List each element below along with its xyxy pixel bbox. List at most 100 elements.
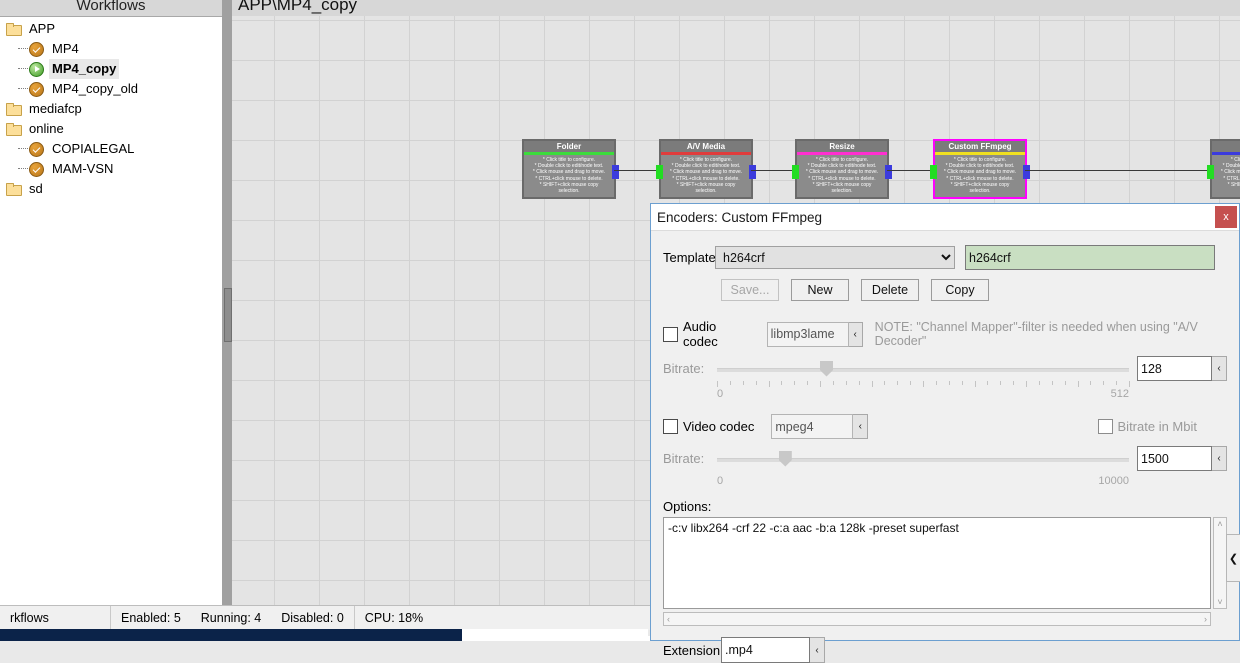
node-input-port[interactable]	[792, 165, 799, 179]
node-help-line: selection.	[831, 188, 853, 195]
tree-item-online[interactable]: online	[0, 119, 222, 139]
slider-tick	[987, 381, 989, 385]
node-input-port[interactable]	[656, 165, 663, 179]
workflow-tree[interactable]: APP MP4 MP4_copy MP4_copy_old mediafcp online…	[0, 17, 222, 605]
sidebar-splitter-thumb[interactable]	[224, 288, 232, 342]
slider-tick	[871, 381, 873, 387]
options-vertical-scrollbar[interactable]: ˄ ˅	[1213, 517, 1227, 609]
tree-item-mp4-copy[interactable]: MP4_copy	[0, 59, 222, 79]
close-icon[interactable]: x	[1215, 206, 1237, 228]
node-input-port[interactable]	[930, 165, 937, 179]
node-input-port[interactable]	[1207, 165, 1214, 179]
slider-tick	[1129, 381, 1130, 387]
delete-button[interactable]: Delete	[861, 279, 919, 301]
sidebar-header: Workflows	[0, 0, 222, 17]
save-button[interactable]: Save...	[721, 279, 779, 301]
tree-item-mediafcp[interactable]: mediafcp	[0, 99, 222, 119]
tree-item-label: COPIALEGAL	[52, 141, 135, 156]
audio-slider-ticks	[717, 381, 1130, 388]
check-circle-icon	[29, 81, 44, 97]
workflow-node[interactable]: A/V Media * Click title to configure. * Do…	[656, 139, 756, 200]
video-bitrate-input[interactable]	[1137, 446, 1212, 471]
audio-note: NOTE: "Channel Mapper"-filter is needed …	[874, 320, 1198, 348]
folder-icon	[6, 103, 22, 116]
copy-button[interactable]: Copy	[931, 279, 989, 301]
tree-item-label: MP4	[52, 41, 79, 56]
slider-tick	[910, 381, 912, 385]
tree-item-app[interactable]: APP	[0, 19, 222, 39]
node-output-port[interactable]	[612, 165, 619, 179]
video-codec-input[interactable]	[771, 414, 854, 439]
node-title[interactable]: Resize	[797, 141, 887, 152]
video-slider-thumb[interactable]	[778, 450, 792, 467]
play-icon	[29, 61, 44, 77]
scroll-up-icon[interactable]: ˄	[1214, 518, 1226, 530]
slider-tick	[820, 381, 821, 387]
tree-connector	[18, 48, 28, 50]
slider-tick	[742, 381, 744, 385]
node-output-port[interactable]	[1023, 165, 1030, 179]
slider-tick	[755, 381, 757, 385]
video-bitrate-slider[interactable]	[717, 450, 1129, 467]
canvas-title: APP\MP4_copy	[238, 0, 358, 14]
video-bitrate-spinner[interactable]: ‹	[1212, 446, 1227, 471]
slider-tick	[974, 381, 976, 387]
slider-tick	[717, 381, 718, 387]
audio-bitrate-spinner[interactable]: ‹	[1212, 356, 1227, 381]
template-select[interactable]: h264crf	[715, 246, 955, 269]
node-title[interactable]: Folder	[524, 141, 614, 152]
node-help-line: * CTRL+click mouse to delete.	[808, 175, 876, 182]
folder-icon	[6, 23, 22, 36]
options-textarea[interactable]: -c:v libx264 -crf 22 -c:a aac -b:a 128k …	[663, 517, 1211, 609]
slider-tick	[858, 381, 860, 385]
collapse-panel-button[interactable]: ❮	[1226, 534, 1240, 582]
check-circle-icon	[29, 161, 44, 177]
workflow-node[interactable]: * Click title to configure.* Double clic…	[1207, 139, 1240, 200]
check-circle-icon	[29, 141, 44, 157]
audio-codec-checkbox[interactable]	[663, 326, 678, 342]
template-name-input[interactable]	[965, 245, 1215, 270]
node-help-line: selection.	[1213, 188, 1240, 194]
audio-codec-input[interactable]	[766, 321, 849, 347]
video-scale-min: 0	[717, 475, 724, 487]
audio-bitrate-slider[interactable]	[717, 360, 1129, 377]
node-help-line: * Click mouse and drag to move.	[532, 169, 606, 176]
new-button[interactable]: New	[791, 279, 849, 301]
audio-codec-spinner[interactable]: ‹	[848, 321, 863, 347]
bitrate-mbit-label: Bitrate in Mbit	[1117, 419, 1197, 434]
slider-tick	[845, 381, 847, 385]
video-codec-checkbox[interactable]	[663, 419, 678, 434]
status-disabled: Disabled: 0	[281, 611, 344, 625]
node-help-line: * CTRL+click mouse to delete.	[946, 175, 1014, 182]
video-codec-spinner[interactable]: ‹	[853, 414, 869, 439]
tree-item-mp4[interactable]: MP4	[0, 39, 222, 59]
bitrate-mbit-checkbox[interactable]	[1097, 419, 1113, 434]
audio-bitrate-input[interactable]	[1137, 356, 1212, 381]
slider-tick	[729, 381, 731, 385]
node-title[interactable]	[1212, 141, 1240, 152]
check-circle-icon	[29, 41, 44, 57]
node-help-text: * Click title to configure.* Double clic…	[935, 155, 1025, 198]
workflow-node[interactable]: Custom FFmpeg * Click title to configure.…	[930, 139, 1030, 200]
workflow-node[interactable]: Resize * Click title to configure. * Doubl…	[792, 139, 892, 200]
tree-item-mp4-copy-old[interactable]: MP4_copy_old	[0, 79, 222, 99]
status-enabled: Enabled: 5	[121, 611, 181, 625]
scroll-right-icon[interactable]: ›	[1204, 614, 1207, 624]
scroll-down-icon[interactable]: ˅	[1214, 596, 1226, 608]
scroll-left-icon[interactable]: ‹	[667, 614, 670, 624]
node-title[interactable]: Custom FFmpeg	[935, 141, 1025, 152]
options-horizontal-scrollbar[interactable]: ‹ ›	[663, 612, 1211, 626]
slider-tick	[794, 381, 796, 385]
workflow-node[interactable]: Folder * Click title to configure. * Doubl…	[522, 139, 619, 200]
audio-slider-thumb[interactable]	[820, 360, 833, 377]
tree-item-mam-vsn[interactable]: MAM-VSN	[0, 159, 222, 179]
node-title[interactable]: A/V Media	[661, 141, 751, 152]
node-connector	[614, 170, 656, 171]
status-cpu: CPU: 18%	[364, 611, 424, 625]
tree-item-copialegal[interactable]: COPIALEGAL	[0, 139, 222, 159]
node-connector	[751, 170, 792, 171]
node-output-port[interactable]	[749, 165, 756, 179]
slider-tick	[1116, 381, 1118, 385]
tree-item-sd[interactable]: sd	[0, 179, 222, 199]
node-output-port[interactable]	[885, 165, 892, 179]
